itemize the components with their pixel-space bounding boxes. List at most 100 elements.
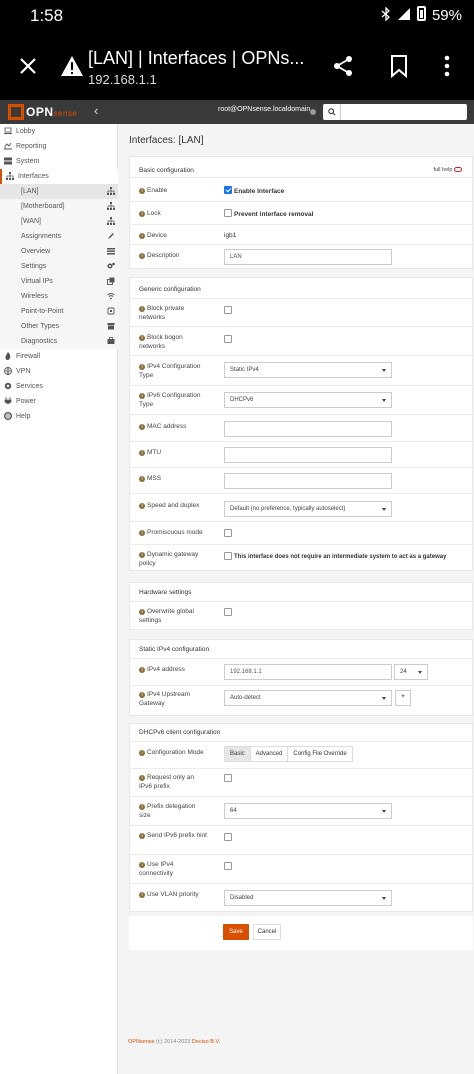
sidebar-item-virtual-ips[interactable]: Virtual IPs: [0, 274, 118, 289]
ipv4-type-label: i IPv4 Configuration Type: [139, 363, 201, 379]
opnsense-logo[interactable]: OPNsense: [8, 104, 77, 120]
sidebar-item-reporting[interactable]: Reporting: [0, 139, 118, 154]
sidebar-item-lobby[interactable]: Lobby: [0, 124, 118, 139]
sidebar-item-services[interactable]: Services: [0, 379, 118, 394]
page-url[interactable]: 192.168.1.1: [88, 72, 157, 87]
mac-input[interactable]: [224, 421, 392, 437]
info-icon[interactable]: i: [139, 503, 145, 509]
info-icon[interactable]: i: [139, 253, 145, 259]
lock-checkbox-label[interactable]: Prevent interface removal: [234, 211, 313, 218]
info-icon[interactable]: i: [139, 609, 145, 615]
info-icon[interactable]: i: [139, 476, 145, 482]
user-info[interactable]: root@OPNsense.localdomain: [218, 106, 310, 113]
sidebar-item-system[interactable]: System: [0, 154, 118, 169]
add-gateway-button[interactable]: +: [395, 690, 411, 706]
info-icon[interactable]: i: [139, 692, 145, 698]
search-input[interactable]: [323, 104, 467, 120]
ipv4-gateway-select[interactable]: Auto-detect: [224, 690, 392, 706]
dyngw-checkbox-label[interactable]: This interface does not require an inter…: [234, 554, 446, 560]
mode-override-button[interactable]: Config File Override: [287, 746, 353, 762]
info-icon[interactable]: i: [139, 804, 145, 810]
mtu-input[interactable]: [224, 447, 392, 463]
clone-icon: [107, 277, 115, 285]
mode-basic-button[interactable]: Basic: [224, 746, 251, 762]
info-icon[interactable]: i: [139, 450, 145, 456]
sidebar-item-vpn[interactable]: VPN: [0, 364, 118, 379]
info-icon[interactable]: i: [139, 188, 145, 194]
sidebar-item-settings[interactable]: Settings: [0, 259, 118, 274]
sidebar-item-point-to-point[interactable]: Point-to-Point: [0, 304, 118, 319]
sitemap-icon: [107, 217, 115, 225]
sidebar-item-overview[interactable]: Overview: [0, 244, 118, 259]
prefix-size-label: i Prefix delegation size: [139, 803, 196, 819]
clock: 1:58: [30, 6, 64, 25]
mss-input[interactable]: [224, 473, 392, 489]
sidebar-item-assignments[interactable]: Assignments: [0, 229, 118, 244]
ipv4-type-select[interactable]: Static IPv4: [224, 362, 392, 378]
block-bogon-checkbox[interactable]: [224, 335, 232, 343]
ipv4-address-input[interactable]: 192.168.1.1: [224, 664, 392, 680]
speed-select[interactable]: Default (no preference, typically autose…: [224, 501, 392, 517]
section-heading: DHCPv6 client configuration: [139, 729, 221, 736]
block-private-checkbox[interactable]: [224, 306, 232, 314]
ipv4-gateway-label: i IPv4 Upstream Gateway: [139, 691, 190, 707]
ipv4-address-label: i IPv4 address: [139, 665, 207, 674]
sidebar-item-other-types[interactable]: Other Types: [0, 319, 118, 334]
prefix-size-select[interactable]: 64: [224, 803, 392, 819]
laptop-icon: [4, 127, 12, 134]
chevron-down-icon: [382, 810, 386, 813]
send-hint-checkbox[interactable]: [224, 833, 232, 841]
sidebar-item-help[interactable]: Help: [0, 409, 118, 424]
warning-icon[interactable]: [60, 55, 84, 77]
promisc-checkbox[interactable]: [224, 529, 232, 537]
footer-brand-link[interactable]: OPNsense: [128, 1039, 155, 1045]
lock-checkbox[interactable]: [224, 209, 232, 217]
close-icon[interactable]: [16, 54, 40, 78]
dyngw-checkbox[interactable]: [224, 552, 232, 560]
share-icon[interactable]: [331, 54, 355, 78]
info-icon[interactable]: i: [139, 530, 145, 536]
info-icon[interactable]: i: [139, 424, 145, 430]
full-help-toggle[interactable]: full help: [434, 167, 462, 173]
use-ipv4-label: i Use IPv4 connectivity: [139, 861, 174, 877]
status-dot-icon[interactable]: [310, 109, 316, 115]
info-icon[interactable]: i: [139, 306, 145, 312]
sidebar-item-lan[interactable]: [LAN]: [0, 184, 118, 199]
vlan-prio-select[interactable]: Disabled: [224, 890, 392, 906]
save-button[interactable]: Save: [223, 924, 249, 940]
mode-advanced-button[interactable]: Advanced: [249, 746, 289, 762]
ipv6-type-select[interactable]: DHCPv6: [224, 392, 392, 408]
sidebar-item-wan[interactable]: [WAN]: [0, 214, 118, 229]
info-icon[interactable]: i: [139, 335, 145, 341]
info-icon[interactable]: i: [139, 775, 145, 781]
bookmark-icon[interactable]: [389, 54, 409, 79]
info-icon[interactable]: i: [139, 364, 145, 370]
info-icon[interactable]: i: [139, 892, 145, 898]
sidebar-toggle-icon[interactable]: ‹: [94, 103, 98, 118]
info-icon[interactable]: i: [139, 833, 145, 839]
description-input[interactable]: LAN: [224, 249, 392, 265]
cancel-button[interactable]: Cancel: [253, 924, 281, 940]
info-icon[interactable]: i: [139, 862, 145, 868]
ipv4-cidr-select[interactable]: 24: [394, 664, 428, 680]
info-icon[interactable]: i: [139, 750, 145, 756]
info-icon[interactable]: i: [139, 233, 145, 239]
promisc-label: i Promiscuous mode: [139, 528, 207, 537]
sidebar-item-firewall[interactable]: Firewall: [0, 349, 118, 364]
sidebar-item-wireless[interactable]: Wireless: [0, 289, 118, 304]
enable-checkbox-label[interactable]: Enable Interface: [234, 188, 284, 195]
req-prefix-checkbox[interactable]: [224, 774, 232, 782]
info-icon[interactable]: i: [139, 552, 145, 558]
footer-company-link[interactable]: Deciso B.V.: [192, 1039, 220, 1045]
sidebar-item-interfaces[interactable]: Interfaces: [0, 169, 118, 184]
override-checkbox[interactable]: [224, 608, 232, 616]
sidebar-item-motherboard[interactable]: [Motherboard]: [0, 199, 118, 214]
more-vert-icon[interactable]: [440, 54, 454, 78]
sidebar-item-power[interactable]: Power: [0, 394, 118, 409]
use-ipv4-checkbox[interactable]: [224, 862, 232, 870]
info-icon[interactable]: i: [139, 211, 145, 217]
enable-checkbox[interactable]: [224, 186, 232, 194]
sidebar-item-diagnostics[interactable]: Diagnostics: [0, 334, 118, 349]
info-icon[interactable]: i: [139, 393, 145, 399]
info-icon[interactable]: i: [139, 667, 145, 673]
